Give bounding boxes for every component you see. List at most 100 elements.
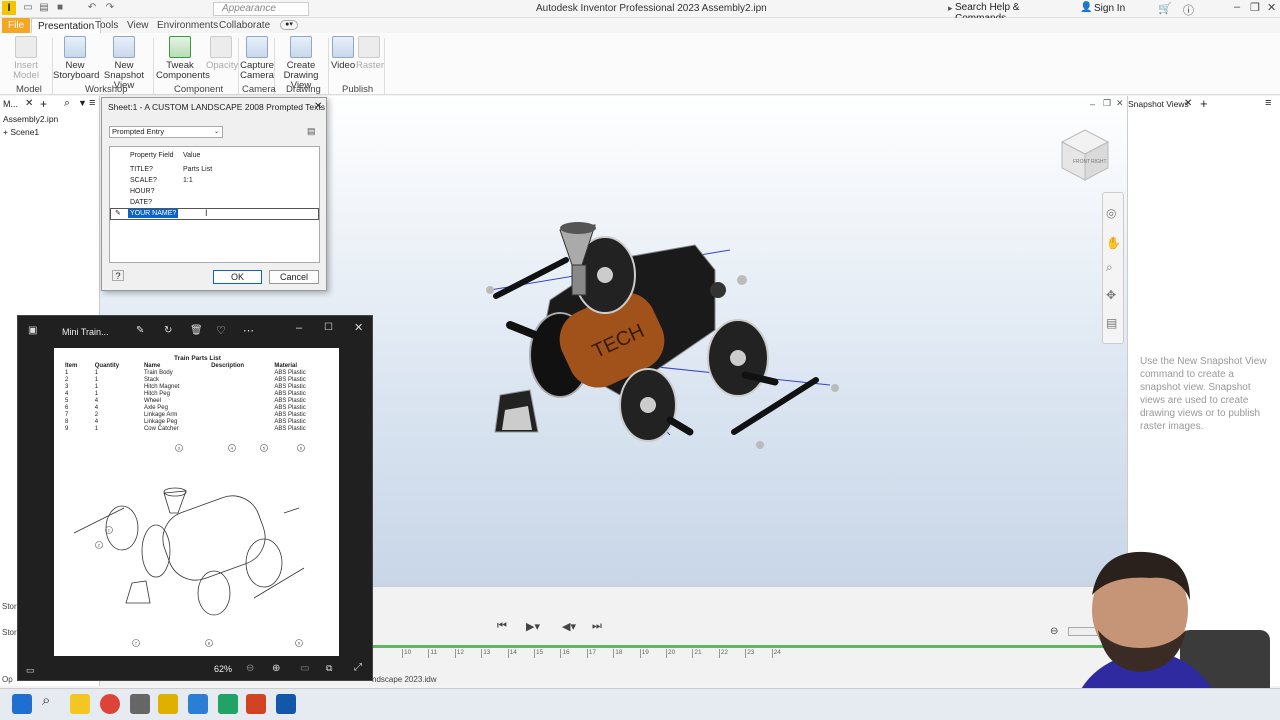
storyboard-label: Stor: [2, 628, 17, 637]
close-icon[interactable]: ✕: [25, 98, 33, 109]
tweak-icon: [169, 36, 191, 58]
steering-wheel-icon[interactable]: ◎: [1106, 206, 1116, 220]
more-icon[interactable]: ⋯: [243, 324, 254, 337]
redo-icon[interactable]: ↷: [104, 2, 116, 14]
tree-item-scene[interactable]: + Scene1: [3, 127, 39, 137]
tree-item-assembly[interactable]: Assembly2.ipn: [3, 114, 58, 124]
rewind-icon[interactable]: ⏮: [497, 620, 507, 633]
timeline-tick: 12: [454, 649, 465, 658]
inventor-logo-icon[interactable]: I: [2, 1, 16, 15]
edit-icon[interactable]: ✎: [136, 325, 144, 336]
pan-icon[interactable]: ✋: [1106, 236, 1121, 250]
help-icon[interactable]: ?: [112, 270, 124, 281]
menu-icon[interactable]: ≡: [89, 97, 95, 109]
app-icon[interactable]: [276, 694, 296, 714]
drawing-sheet-image[interactable]: Train Parts List Item Quantity Name Desc…: [54, 348, 339, 656]
opacity-button[interactable]: Opacity: [206, 36, 238, 71]
app-icon[interactable]: [130, 694, 150, 714]
minimize-icon[interactable]: –: [296, 322, 302, 334]
restore-icon[interactable]: ❐: [1103, 98, 1111, 109]
drawing-file-tab[interactable]: ndscape 2023.idw: [372, 675, 437, 684]
play-reverse-icon[interactable]: ◀▾: [562, 620, 576, 633]
zoom-icon[interactable]: ⌕: [1106, 260, 1113, 275]
close-icon[interactable]: ✕: [1184, 98, 1192, 109]
fast-forward-icon[interactable]: ⏭: [592, 620, 602, 633]
browser-tab[interactable]: M...: [3, 99, 18, 109]
train-model-3d[interactable]: TECH: [480, 210, 850, 460]
entry-type-dropdown[interactable]: Prompted Entry ⌄: [109, 126, 223, 138]
rotate-icon[interactable]: ↻: [164, 325, 172, 336]
chrome-icon[interactable]: [100, 694, 120, 714]
filmstrip-icon[interactable]: ▭: [26, 665, 35, 676]
windows-start-icon[interactable]: [12, 694, 32, 714]
text-cursor-icon: I: [205, 208, 208, 218]
open-icon[interactable]: ▤: [38, 2, 50, 14]
gallery-icon[interactable]: ▣: [28, 325, 37, 336]
zoom-out-icon[interactable]: ⊖: [246, 663, 254, 674]
capture-camera-button[interactable]: Capture Camera: [240, 36, 274, 81]
maximize-icon[interactable]: ☐: [324, 322, 333, 333]
menu-icon[interactable]: ≡: [1265, 97, 1271, 109]
prompt-value[interactable]: [183, 199, 313, 208]
snapshot-views-tab[interactable]: Snapshot Views: [1128, 99, 1189, 109]
tweak-components-button[interactable]: Tweak Components: [156, 36, 210, 81]
cart-icon[interactable]: 🛒: [1158, 2, 1172, 15]
tab-view[interactable]: View: [121, 18, 155, 33]
app-icon[interactable]: [188, 694, 208, 714]
cancel-button[interactable]: Cancel: [269, 270, 319, 284]
ok-button[interactable]: OK: [213, 270, 262, 284]
group-separator: [238, 38, 239, 94]
prompt-value[interactable]: [183, 188, 313, 197]
tab-overflow-icon[interactable]: ●▾: [280, 20, 298, 30]
orbit-icon[interactable]: ✥: [1106, 288, 1116, 302]
minimize-icon[interactable]: –: [1234, 1, 1240, 13]
favorite-icon[interactable]: ♡: [216, 324, 226, 337]
undo-icon[interactable]: ↶: [86, 2, 98, 14]
play-icon[interactable]: ▶▾: [526, 620, 540, 633]
new-icon[interactable]: ▭: [22, 2, 34, 14]
create-drawing-view-button[interactable]: Create Drawing View: [276, 36, 326, 91]
close-icon[interactable]: ✕: [1267, 1, 1276, 14]
file-explorer-icon[interactable]: [70, 694, 90, 714]
video-button[interactable]: Video: [331, 36, 355, 71]
look-at-icon[interactable]: ▤: [1106, 316, 1117, 330]
new-storyboard-button[interactable]: New Storyboard: [53, 36, 99, 81]
camtasia-icon[interactable]: [218, 694, 238, 714]
table-cell: 6: [65, 405, 69, 411]
inventor-icon[interactable]: [158, 694, 178, 714]
tab-file[interactable]: File: [2, 18, 31, 33]
fit-icon[interactable]: ▭: [300, 663, 309, 674]
prompt-value[interactable]: 1:1: [183, 177, 193, 184]
actual-size-icon[interactable]: ⧉: [326, 663, 332, 674]
search-icon[interactable]: ⌕: [64, 97, 70, 110]
tab-tools[interactable]: Tools: [89, 18, 124, 33]
viewcube[interactable]: FRONT RIGHT: [1058, 128, 1112, 182]
list-icon[interactable]: ▤: [307, 126, 316, 137]
prompt-value-input[interactable]: [183, 209, 313, 218]
raster-button[interactable]: Raster: [356, 36, 384, 71]
column-header-value: Value: [183, 152, 201, 159]
filter-icon[interactable]: ▼: [78, 98, 87, 108]
fullscreen-icon[interactable]: ⤢: [354, 662, 362, 673]
add-icon[interactable]: +: [40, 97, 47, 111]
appearance-dropdown[interactable]: Appearance: [213, 2, 309, 16]
delete-icon[interactable]: 🗑: [190, 325, 203, 336]
prompt-value[interactable]: Parts List: [183, 166, 212, 173]
search-icon[interactable]: ⌕: [42, 692, 50, 709]
minimize-icon[interactable]: –: [1090, 99, 1095, 109]
zoom-in-icon[interactable]: ⊕: [272, 663, 280, 674]
table-row: 5 4 Wheel ABS Plastic: [62, 398, 332, 405]
restore-icon[interactable]: ❐: [1250, 1, 1260, 14]
sign-in-link[interactable]: Sign In: [1094, 3, 1125, 14]
tab-collaborate[interactable]: Collaborate: [213, 18, 276, 33]
close-icon[interactable]: ✕: [1116, 98, 1124, 109]
table-cell: Cow Catcher: [143, 426, 179, 432]
help-icon[interactable]: ⓘ: [1183, 2, 1194, 18]
save-icon[interactable]: ■: [54, 2, 66, 14]
add-icon[interactable]: +: [1200, 96, 1208, 111]
insert-model-button[interactable]: Insert Model: [2, 36, 50, 81]
app-icon[interactable]: [246, 694, 266, 714]
new-snapshot-view-button[interactable]: New Snapshot View: [97, 36, 151, 91]
close-icon[interactable]: ✕: [354, 321, 363, 334]
close-icon[interactable]: ✕: [314, 101, 322, 112]
